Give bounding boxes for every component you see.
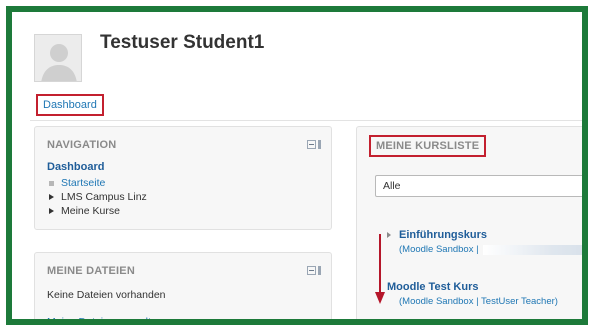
breadcrumb-dashboard-link[interactable]: Dashboard — [43, 99, 97, 111]
course-item: Moodle Test Kurs (Moodle Sandbox | TestU… — [387, 281, 558, 307]
screenshot-frame: Testuser Student1 Dashboard NAVIGATION D… — [6, 6, 588, 325]
collapse-icon[interactable] — [307, 266, 316, 275]
course-name: Moodle Test Kurs — [387, 281, 479, 293]
course-list-block: MEINE KURSLISTE Alle Einführungskurs (Mo… — [356, 126, 582, 319]
collapse-icon[interactable] — [307, 140, 316, 149]
avatar[interactable] — [34, 34, 82, 82]
nav-item-startseite[interactable]: Startseite — [47, 176, 147, 190]
course-meta: (Moodle Sandbox | — [399, 244, 582, 255]
user-silhouette-icon — [35, 35, 81, 81]
dock-icon[interactable] — [318, 266, 321, 275]
square-bullet-icon — [49, 180, 54, 186]
course-meta: (Moodle Sandbox | TestUser Teacher) — [399, 296, 558, 307]
header-divider — [30, 120, 582, 121]
navigation-block-controls — [307, 140, 321, 149]
nav-item-label: LMS Campus Linz — [61, 191, 147, 203]
course-list-title: MEINE KURSLISTE — [376, 140, 480, 152]
course-filter-select[interactable]: Alle — [375, 175, 582, 197]
navigation-block-title: NAVIGATION — [47, 139, 117, 151]
nav-item-lms-campus-linz[interactable]: LMS Campus Linz — [47, 190, 147, 204]
course-item: Einführungskurs (Moodle Sandbox | — [387, 229, 582, 255]
nav-dashboard-link[interactable]: Dashboard — [47, 161, 147, 173]
course-meta-text: (Moodle Sandbox | — [399, 244, 479, 255]
manage-files-link[interactable]: Meine Dateien verwalten... — [47, 316, 171, 319]
nav-item-label: Startseite — [61, 177, 106, 189]
faded-overlay — [482, 244, 582, 255]
course-name-link[interactable]: Einführungskurs — [387, 229, 582, 241]
nav-item-meine-kurse[interactable]: Meine Kurse — [47, 204, 147, 218]
expand-arrow-icon — [387, 232, 391, 238]
breadcrumb: Dashboard — [36, 94, 104, 116]
navigation-tree: Dashboard Startseite LMS Campus Linz Mei… — [47, 161, 147, 218]
my-files-block-title: MEINE DATEIEN — [47, 265, 135, 277]
course-meta-text: (Moodle Sandbox | TestUser Teacher) — [399, 296, 558, 307]
down-arrow-icon — [375, 234, 385, 304]
no-files-text: Keine Dateien vorhanden — [47, 289, 166, 301]
course-list-title-box: MEINE KURSLISTE — [369, 135, 487, 157]
expand-arrow-icon — [49, 194, 54, 200]
user-full-name: Testuser Student1 — [100, 32, 265, 53]
nav-item-label: Meine Kurse — [61, 205, 120, 217]
expand-arrow-icon — [49, 208, 54, 214]
navigation-block: NAVIGATION Dashboard Startseite LMS Camp… — [34, 126, 332, 230]
course-name-link[interactable]: Moodle Test Kurs — [387, 281, 558, 293]
my-files-block: MEINE DATEIEN Keine Dateien vorhanden Me… — [34, 252, 332, 319]
my-files-block-controls — [307, 266, 321, 275]
course-name: Einführungskurs — [399, 229, 488, 241]
dock-icon[interactable] — [318, 140, 321, 149]
